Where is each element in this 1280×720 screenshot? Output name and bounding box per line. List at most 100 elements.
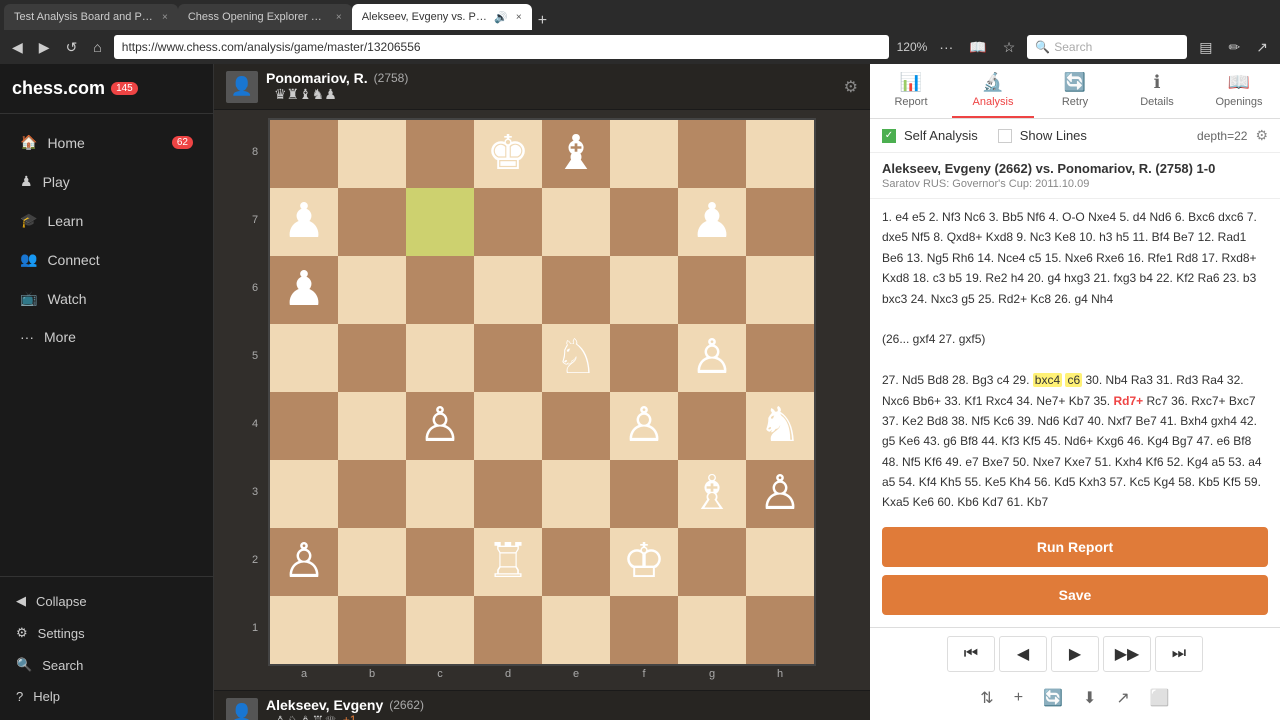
square-h6[interactable] xyxy=(746,256,814,324)
move-highlight-bxc4[interactable]: bxc4 xyxy=(1033,373,1062,387)
square-g2[interactable] xyxy=(678,528,746,596)
square-g8[interactable] xyxy=(678,120,746,188)
square-b6[interactable] xyxy=(338,256,406,324)
square-g5[interactable]: ♙ xyxy=(678,324,746,392)
square-b2[interactable] xyxy=(338,528,406,596)
square-h8[interactable] xyxy=(746,120,814,188)
square-g4[interactable] xyxy=(678,392,746,460)
first-move-button[interactable]: ⏮ xyxy=(947,636,995,672)
browser-search-input[interactable]: 🔍 Search xyxy=(1027,35,1187,59)
square-d5[interactable] xyxy=(474,324,542,392)
board-settings-icon[interactable]: ⚙ xyxy=(844,77,858,97)
share-button[interactable]: ↗ xyxy=(1252,37,1272,58)
sidebar-item-play[interactable]: ♟ Play xyxy=(4,163,209,200)
square-e3[interactable] xyxy=(542,460,610,528)
run-report-button[interactable]: Run Report xyxy=(882,527,1268,567)
sidebar-collapse[interactable]: ◀ Collapse xyxy=(0,585,213,617)
square-g6[interactable] xyxy=(678,256,746,324)
square-d4[interactable] xyxy=(474,392,542,460)
download-button[interactable]: ⬇ xyxy=(1075,684,1104,712)
square-d7[interactable] xyxy=(474,188,542,256)
square-f6[interactable] xyxy=(610,256,678,324)
flip-board-button[interactable]: ⇅ xyxy=(972,684,1001,712)
tab-2-close[interactable]: × xyxy=(336,12,342,23)
engine-button[interactable]: 🔄 xyxy=(1035,684,1071,712)
square-a3[interactable] xyxy=(270,460,338,528)
square-a8[interactable] xyxy=(270,120,338,188)
web-note-button[interactable]: ✏ xyxy=(1225,37,1245,58)
square-a1[interactable] xyxy=(270,596,338,664)
square-h3[interactable]: ♙ xyxy=(746,460,814,528)
square-e8[interactable]: ♝ xyxy=(542,120,610,188)
square-f4[interactable]: ♙ xyxy=(610,392,678,460)
tab-1[interactable]: Test Analysis Board and PGN... × xyxy=(4,4,178,30)
square-f3[interactable] xyxy=(610,460,678,528)
square-a7[interactable]: ♟ xyxy=(270,188,338,256)
tab-details[interactable]: ℹ Details xyxy=(1116,64,1198,118)
forward-button[interactable]: ▶ xyxy=(35,37,54,58)
home-button[interactable]: ⌂ xyxy=(89,37,105,57)
url-input[interactable]: https://www.chess.com/analysis/game/mast… xyxy=(114,35,889,59)
square-a2[interactable]: ♙ xyxy=(270,528,338,596)
sidebar-item-connect[interactable]: 👥 Connect xyxy=(4,241,209,278)
favorites-button[interactable]: ☆ xyxy=(999,37,1020,58)
tab-openings[interactable]: 📖 Openings xyxy=(1198,64,1280,118)
square-c1[interactable] xyxy=(406,596,474,664)
sidebar-help[interactable]: ? Help xyxy=(0,681,213,712)
tab-report[interactable]: 📊 Report xyxy=(870,64,952,118)
tab-3[interactable]: Alekseev, Evgeny vs. Ponoma... 🔊 × xyxy=(352,4,532,30)
save-button[interactable]: Save xyxy=(882,575,1268,615)
square-g3[interactable]: ♗ xyxy=(678,460,746,528)
square-c4[interactable]: ♙ xyxy=(406,392,474,460)
refresh-button[interactable]: ↺ xyxy=(62,37,82,58)
square-d3[interactable] xyxy=(474,460,542,528)
square-a4[interactable] xyxy=(270,392,338,460)
square-h1[interactable] xyxy=(746,596,814,664)
tab-analysis[interactable]: 🔬 Analysis xyxy=(952,64,1034,118)
new-tab-button[interactable]: + xyxy=(532,12,553,30)
sidebar-settings[interactable]: ⚙ Settings xyxy=(0,617,213,649)
square-e2[interactable] xyxy=(542,528,610,596)
square-a5[interactable] xyxy=(270,324,338,392)
sidebar-item-learn[interactable]: 🎓 Learn xyxy=(4,202,209,239)
square-d2[interactable]: ♖ xyxy=(474,528,542,596)
square-f7[interactable] xyxy=(610,188,678,256)
self-analysis-checkbox[interactable]: ✓ xyxy=(882,129,896,143)
square-b1[interactable] xyxy=(338,596,406,664)
square-c3[interactable] xyxy=(406,460,474,528)
square-h2[interactable] xyxy=(746,528,814,596)
reader-view-button[interactable]: ▤ xyxy=(1195,37,1216,58)
square-d6[interactable] xyxy=(474,256,542,324)
more-options-button[interactable]: ··· xyxy=(935,37,957,57)
prev-move-button[interactable]: ◀ xyxy=(999,636,1047,672)
sidebar-item-watch[interactable]: 📺 Watch xyxy=(4,280,209,317)
moves-container[interactable]: 1. e4 e5 2. Nf3 Nc6 3. Bb5 Nf6 4. O-O Nx… xyxy=(870,199,1280,515)
square-g1[interactable] xyxy=(678,596,746,664)
square-c2[interactable] xyxy=(406,528,474,596)
show-lines-checkbox[interactable] xyxy=(998,129,1012,143)
tab-2[interactable]: Chess Opening Explorer & Da... × xyxy=(178,4,352,30)
move-highlight-c6[interactable]: c6 xyxy=(1065,373,1082,387)
square-c8[interactable] xyxy=(406,120,474,188)
analysis-settings-icon[interactable]: ⚙ xyxy=(1255,127,1268,144)
tab-1-close[interactable]: × xyxy=(162,12,168,23)
square-d8[interactable]: ♚ xyxy=(474,120,542,188)
play-button[interactable]: ▶ xyxy=(1051,636,1099,672)
square-d1[interactable] xyxy=(474,596,542,664)
tab-3-close[interactable]: × xyxy=(516,12,522,23)
square-c5[interactable] xyxy=(406,324,474,392)
share-pgn-button[interactable]: ↗ xyxy=(1108,684,1137,712)
back-button[interactable]: ◀ xyxy=(8,37,27,58)
square-e6[interactable] xyxy=(542,256,610,324)
read-mode-button[interactable]: 📖 xyxy=(965,37,990,58)
sidebar-item-more[interactable]: ··· More xyxy=(4,319,209,355)
square-g7[interactable]: ♟ xyxy=(678,188,746,256)
square-b8[interactable] xyxy=(338,120,406,188)
sidebar-search[interactable]: 🔍 Search xyxy=(0,649,213,681)
square-f2[interactable]: ♔ xyxy=(610,528,678,596)
square-b7[interactable] xyxy=(338,188,406,256)
square-b5[interactable] xyxy=(338,324,406,392)
square-b4[interactable] xyxy=(338,392,406,460)
move-rd7[interactable]: Rd7+ xyxy=(1113,394,1143,408)
square-h7[interactable] xyxy=(746,188,814,256)
